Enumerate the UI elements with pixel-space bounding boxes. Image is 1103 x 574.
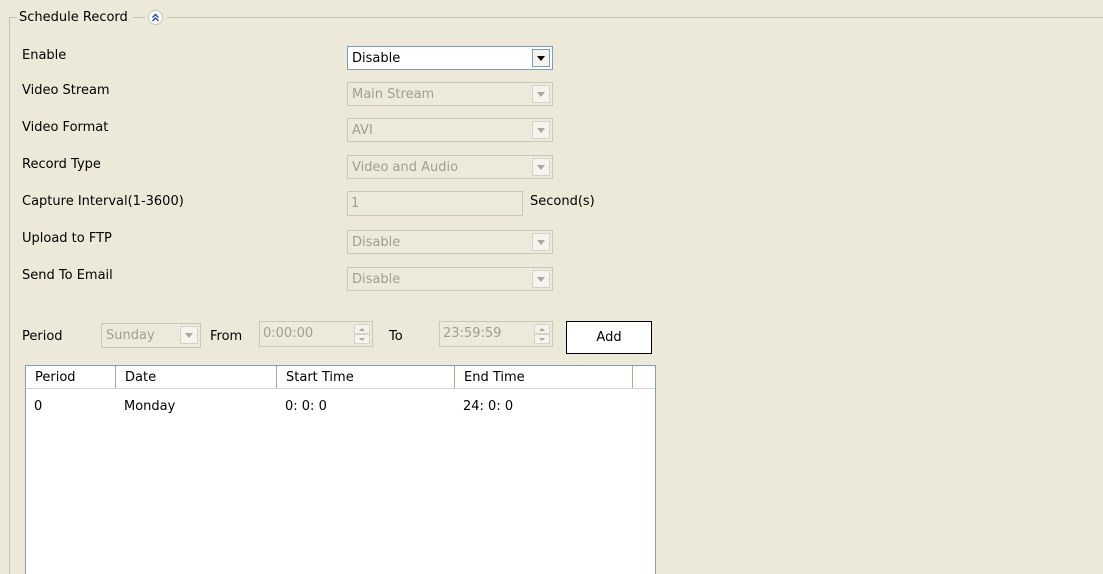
- record-type-select[interactable]: Video and Audio: [347, 155, 553, 179]
- dropdown-arrow-icon[interactable]: [532, 85, 550, 103]
- upload-ftp-label: Upload to FTP: [22, 231, 112, 246]
- column-header-start-time[interactable]: Start Time: [277, 366, 455, 388]
- period-day-select[interactable]: Sunday: [101, 323, 201, 348]
- enable-label: Enable: [22, 48, 67, 63]
- from-time-spinner[interactable]: [354, 324, 370, 344]
- table-row[interactable]: 0 Monday 0: 0: 0 24: 0: 0: [26, 396, 655, 416]
- to-time-input[interactable]: 23:59:59: [439, 321, 553, 347]
- table-header: Period Date Start Time End Time: [26, 366, 655, 389]
- video-format-select[interactable]: AVI: [347, 118, 553, 142]
- enable-value: Disable: [352, 51, 401, 66]
- table-cell-date: Monday: [124, 399, 176, 414]
- dropdown-arrow-icon[interactable]: [532, 121, 550, 139]
- dropdown-arrow-icon[interactable]: [532, 270, 550, 288]
- dropdown-arrow-icon[interactable]: [532, 158, 550, 176]
- send-email-select[interactable]: Disable: [347, 267, 553, 291]
- legend-divider: [132, 16, 145, 18]
- record-type-label: Record Type: [22, 157, 101, 172]
- video-stream-value: Main Stream: [352, 87, 435, 102]
- group-border: [9, 17, 1103, 18]
- send-email-label: Send To Email: [22, 268, 113, 283]
- spin-up-icon[interactable]: [534, 324, 550, 334]
- column-header-date[interactable]: Date: [116, 366, 277, 388]
- group-border-left: [9, 17, 10, 574]
- enable-select[interactable]: Disable: [347, 46, 553, 70]
- capture-interval-value: 1: [351, 196, 360, 211]
- group-title: Schedule Record: [19, 9, 128, 25]
- table-cell-start-time: 0: 0: 0: [285, 399, 327, 414]
- period-label: Period: [22, 329, 63, 344]
- group-header: Schedule Record: [17, 8, 167, 26]
- dropdown-arrow-icon[interactable]: [180, 326, 198, 344]
- column-header-spacer: [633, 366, 655, 388]
- schedule-table[interactable]: Period Date Start Time End Time 0 Monday…: [25, 365, 656, 574]
- double-chevron-up-icon[interactable]: [147, 9, 163, 25]
- from-time-input[interactable]: 0:00:00: [259, 321, 373, 347]
- video-format-value: AVI: [352, 123, 373, 138]
- to-time-spinner[interactable]: [534, 324, 550, 344]
- capture-interval-unit: Second(s): [530, 194, 595, 209]
- from-label: From: [210, 329, 243, 344]
- period-day-value: Sunday: [106, 328, 155, 343]
- column-header-period[interactable]: Period: [26, 366, 116, 388]
- capture-interval-label: Capture Interval(1-3600): [22, 194, 184, 209]
- spin-down-icon[interactable]: [354, 334, 370, 344]
- column-header-end-time[interactable]: End Time: [455, 366, 633, 388]
- to-time-value: 23:59:59: [443, 326, 502, 341]
- dropdown-arrow-icon[interactable]: [532, 49, 550, 67]
- capture-interval-input[interactable]: 1: [347, 191, 523, 216]
- spin-down-icon[interactable]: [534, 334, 550, 344]
- add-button[interactable]: Add: [566, 321, 652, 354]
- send-email-value: Disable: [352, 272, 401, 287]
- upload-ftp-select[interactable]: Disable: [347, 230, 553, 254]
- table-cell-end-time: 24: 0: 0: [463, 399, 514, 414]
- video-stream-select[interactable]: Main Stream: [347, 82, 553, 106]
- spin-up-icon[interactable]: [354, 324, 370, 334]
- video-stream-label: Video Stream: [22, 83, 110, 98]
- to-label: To: [389, 329, 403, 344]
- upload-ftp-value: Disable: [352, 235, 401, 250]
- table-cell-period: 0: [34, 399, 43, 414]
- dropdown-arrow-icon[interactable]: [532, 233, 550, 251]
- video-format-label: Video Format: [22, 120, 109, 135]
- record-type-value: Video and Audio: [352, 160, 459, 175]
- from-time-value: 0:00:00: [263, 326, 314, 341]
